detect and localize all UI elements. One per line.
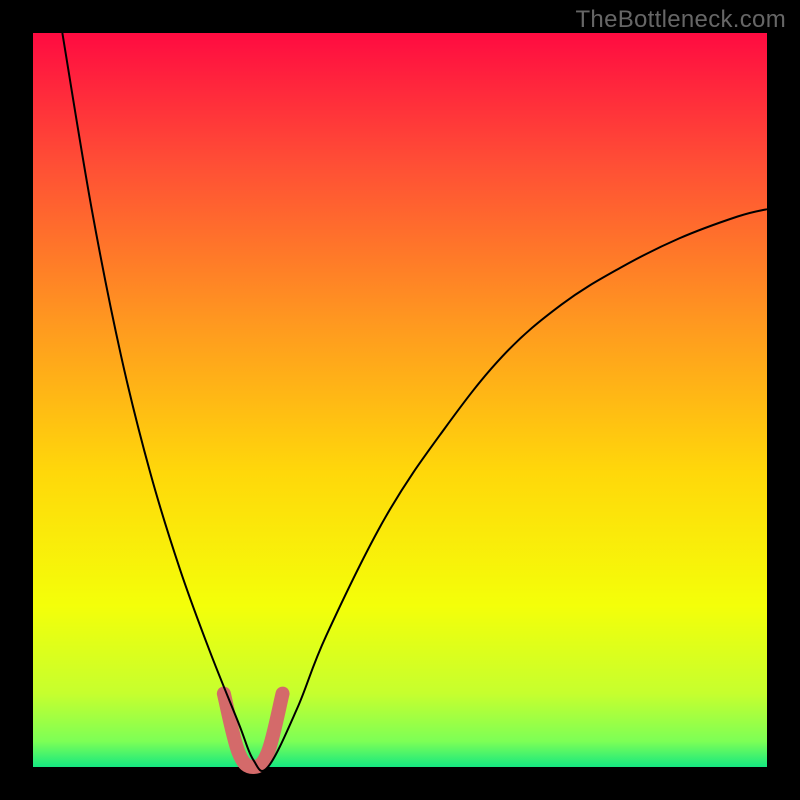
chart-canvas — [0, 0, 800, 800]
plot-background — [33, 33, 767, 767]
outer-frame: TheBottleneck.com — [0, 0, 800, 800]
watermark-text: TheBottleneck.com — [575, 6, 786, 34]
